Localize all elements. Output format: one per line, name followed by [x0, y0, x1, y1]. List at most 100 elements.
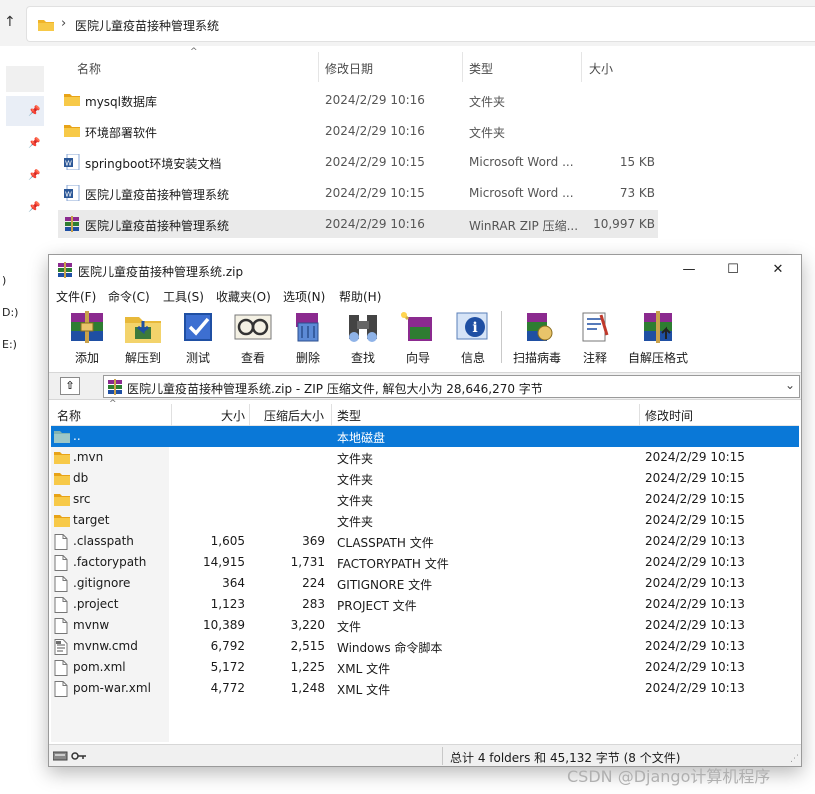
- drive-key-icon: [53, 751, 86, 761]
- explorer-file-row[interactable]: mysql数据库 2024/2/29 10:16 文件夹: [58, 86, 658, 114]
- file-row[interactable]: .factorypath 14,915 1,731 FACTORYPATH 文件 202…: [51, 552, 799, 573]
- binoculars-icon: [349, 315, 377, 342]
- find-button[interactable]: 查找: [333, 309, 393, 369]
- winrar-icon: [58, 262, 72, 278]
- file-modified: 2024/2/29 10:15: [645, 450, 745, 464]
- explorer-file-row-selected[interactable]: 医院儿童疫苗接种管理系统 2024/2/29 10:16 WinRAR ZIP …: [58, 210, 658, 238]
- file-type: 本地磁盘: [337, 431, 386, 445]
- folder-icon: [38, 20, 54, 31]
- file-row[interactable]: .mvn 文件夹 2024/2/29 10:15: [51, 447, 799, 468]
- explorer-col-size[interactable]: 大小: [589, 60, 613, 76]
- maximize-button[interactable]: ☐: [719, 260, 747, 280]
- chevron-down-icon[interactable]: ⌄: [785, 378, 795, 392]
- file-row[interactable]: .project 1,123 283 PROJECT 文件 2024/2/29 10:1…: [51, 594, 799, 615]
- info-icon: i: [456, 312, 488, 340]
- file-row-selected[interactable]: .. 本地磁盘: [51, 426, 799, 447]
- menu-tools[interactable]: 工具(S): [163, 288, 204, 305]
- file-size: 1,123: [210, 597, 245, 611]
- add-archive-icon: [71, 311, 103, 343]
- file-name: .classpath: [73, 534, 134, 548]
- file-modified: 2024/2/29 10:13: [645, 639, 745, 653]
- file-icon: [54, 681, 68, 700]
- file-list-header: ^ 名称 大小 压缩后大小 类型 修改时间: [51, 399, 799, 426]
- file-modified: 2024/2/29 10:13: [645, 555, 745, 569]
- file-row[interactable]: mvnw.cmd 6,792 2,515 Windows 命令脚本 2024/2/29 …: [51, 636, 799, 657]
- up-folder-button[interactable]: ⇧: [60, 377, 80, 395]
- file-modified: 2024/2/29 10:13: [645, 660, 745, 674]
- resize-grip-icon[interactable]: ⋰: [790, 754, 799, 764]
- file-row[interactable]: .classpath 1,605 369 CLASSPATH 文件 2024/2/29 …: [51, 531, 799, 552]
- file-icon: [54, 534, 68, 553]
- scan-virus-button[interactable]: 扫描病毒: [507, 309, 567, 369]
- column-divider[interactable]: [581, 52, 582, 82]
- menu-options[interactable]: 选项(N): [283, 288, 325, 305]
- drive-label-d[interactable]: D:): [2, 306, 18, 319]
- view-button[interactable]: 查看: [223, 309, 283, 369]
- folder-icon: [54, 513, 70, 530]
- comment-button[interactable]: 注释: [565, 309, 625, 369]
- file-row[interactable]: db 文件夹 2024/2/29 10:15: [51, 468, 799, 489]
- col-size[interactable]: 大小: [221, 407, 245, 424]
- explorer-file-row[interactable]: W springboot环境安装文档 2024/2/29 10:15 Micro…: [58, 148, 658, 176]
- delete-button[interactable]: 删除: [278, 309, 338, 369]
- drive-label-fragment[interactable]: ): [2, 274, 6, 287]
- file-packed-size: 1,731: [290, 555, 325, 569]
- col-type[interactable]: 类型: [337, 407, 361, 424]
- file-name: ..: [73, 429, 81, 443]
- file-row[interactable]: .gitignore 364 224 GITIGNORE 文件 2024/2/29 10…: [51, 573, 799, 594]
- up-arrow-icon[interactable]: ↑: [4, 14, 16, 30]
- info-button[interactable]: i 信息: [443, 309, 503, 369]
- wizard-button[interactable]: 向导: [388, 309, 448, 369]
- pin-icon: 📌: [28, 138, 41, 149]
- file-modified: 2024/2/29 10:13: [645, 681, 745, 695]
- column-divider[interactable]: [171, 404, 172, 426]
- column-divider[interactable]: [639, 404, 640, 426]
- file-type: 文件夹: [337, 515, 374, 529]
- extract-to-button[interactable]: 解压到: [113, 309, 173, 369]
- sort-caret-icon: ^: [109, 399, 117, 409]
- column-divider[interactable]: [249, 404, 250, 426]
- explorer-address-bar[interactable]: › 医院儿童疫苗接种管理系统: [26, 6, 815, 42]
- explorer-path: 医院儿童疫苗接种管理系统: [75, 19, 220, 33]
- title-bar[interactable]: 医院儿童疫苗接种管理系统.zip — ☐ ✕: [49, 255, 801, 285]
- file-row[interactable]: mvnw 10,389 3,220 文件 2024/2/29 10:13: [51, 615, 799, 636]
- minimize-button[interactable]: —: [675, 260, 703, 280]
- file-type: 文件夹: [337, 452, 374, 466]
- column-divider[interactable]: [331, 404, 332, 426]
- add-button[interactable]: 添加: [57, 309, 117, 369]
- explorer-col-name[interactable]: 名称: [77, 60, 101, 76]
- explorer-file-row[interactable]: W 医院儿童疫苗接种管理系统 2024/2/29 10:15 Microsoft…: [58, 179, 658, 207]
- test-button[interactable]: 测试: [168, 309, 228, 369]
- col-modified[interactable]: 修改时间: [645, 407, 693, 424]
- file-row[interactable]: src 文件夹 2024/2/29 10:15: [51, 489, 799, 510]
- file-name: src: [73, 492, 91, 506]
- file-row[interactable]: pom.xml 5,172 1,225 XML 文件 2024/2/29 10:13: [51, 657, 799, 678]
- sfx-button[interactable]: 自解压格式: [627, 309, 689, 369]
- column-divider[interactable]: [462, 52, 463, 82]
- drive-label-e[interactable]: E:): [2, 338, 17, 351]
- close-button[interactable]: ✕: [764, 260, 792, 280]
- file-size: 14,915: [203, 555, 245, 569]
- file-size: 4,772: [210, 681, 245, 695]
- menu-help[interactable]: 帮助(H): [339, 288, 381, 305]
- path-combobox[interactable]: 医院儿童疫苗接种管理系统.zip - ZIP 压缩文件, 解包大小为 28,64…: [103, 375, 800, 398]
- menu-favorites[interactable]: 收藏夹(O): [216, 288, 271, 305]
- file-packed-size: 2,515: [290, 639, 325, 653]
- file-name: mvnw.cmd: [73, 639, 138, 653]
- file-row[interactable]: target 文件夹 2024/2/29 10:15: [51, 510, 799, 531]
- file-modified: 2024/2/29 10:15: [645, 492, 745, 506]
- menu-file[interactable]: 文件(F): [56, 288, 96, 305]
- col-name[interactable]: 名称: [57, 407, 81, 424]
- file-type: FACTORYPATH 文件: [337, 557, 449, 571]
- nav-item[interactable]: [6, 66, 44, 92]
- explorer-col-date[interactable]: 修改日期: [325, 60, 373, 76]
- explorer-col-type[interactable]: 类型: [469, 60, 493, 76]
- menu-commands[interactable]: 命令(C): [108, 288, 150, 305]
- column-divider[interactable]: [318, 52, 319, 82]
- file-row[interactable]: pom-war.xml 4,772 1,248 XML 文件 2024/2/29 10:…: [51, 678, 799, 699]
- winrar-icon: [108, 379, 122, 395]
- col-packed[interactable]: 压缩后大小: [264, 407, 324, 424]
- toolbar-separator: [501, 311, 502, 363]
- explorer-file-row[interactable]: 环境部署软件 2024/2/29 10:16 文件夹: [58, 117, 658, 145]
- file-name: pom.xml: [73, 660, 126, 674]
